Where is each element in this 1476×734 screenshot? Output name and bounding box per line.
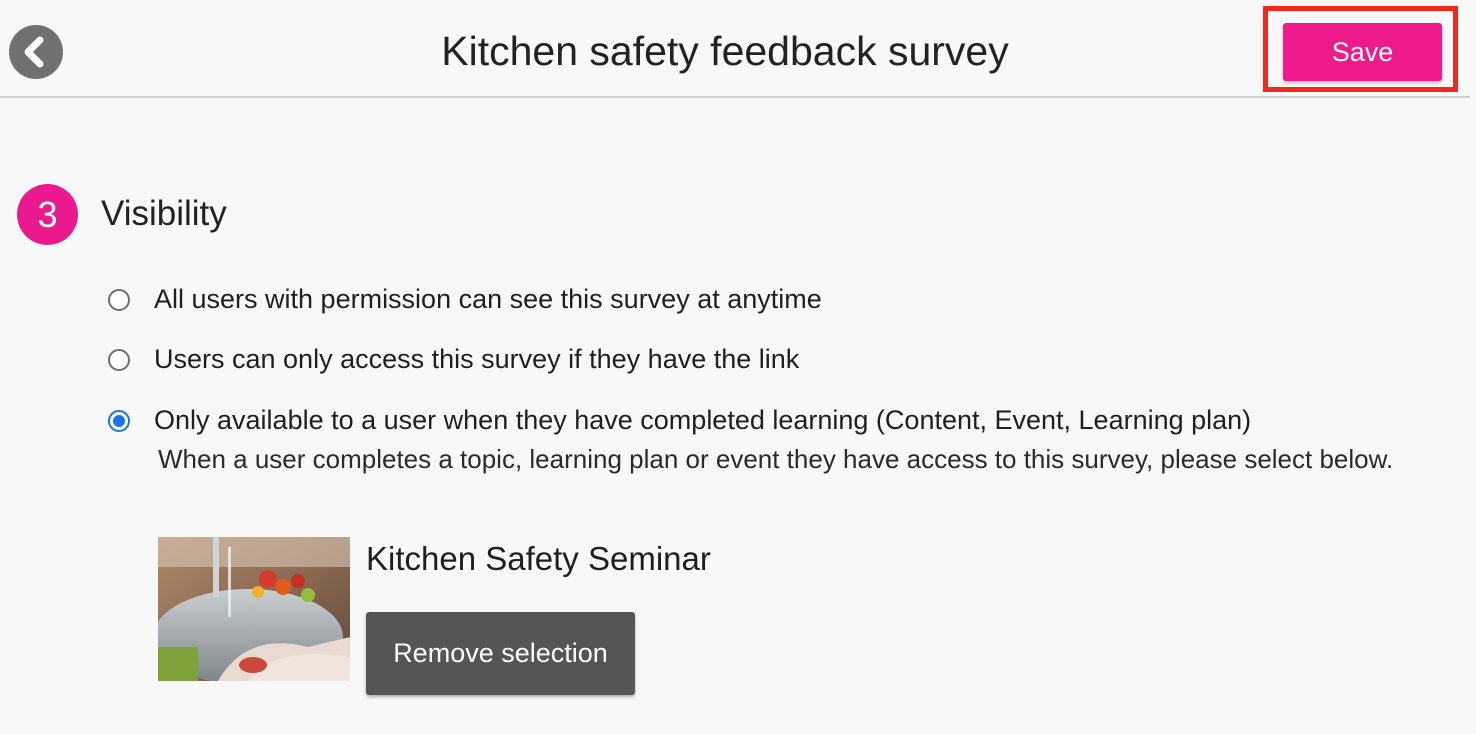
radio-label: All users with permission can see this s… <box>154 284 822 314</box>
step-number-badge: 3 <box>17 184 78 245</box>
radio-label: Users can only access this survey if the… <box>154 344 800 374</box>
radio-button[interactable] <box>108 288 130 311</box>
page-title: Kitchen safety feedback survey <box>441 28 1009 74</box>
radio-option-link-only[interactable]: Users can only access this survey if the… <box>108 344 799 375</box>
seminar-thumbnail-image <box>158 537 350 681</box>
section-title: Visibility <box>101 194 227 233</box>
radio-button-selected[interactable] <box>108 409 130 432</box>
remove-selection-button[interactable]: Remove selection <box>366 612 635 695</box>
radio-option-completed-learning[interactable]: Only available to a user when they have … <box>108 405 1251 436</box>
radio-option-all-users[interactable]: All users with permission can see this s… <box>108 284 822 315</box>
radio-button[interactable] <box>108 348 130 371</box>
option-description: When a user completes a topic, learning … <box>158 444 1394 474</box>
save-button[interactable]: Save <box>1283 23 1442 81</box>
selected-item-title: Kitchen Safety Seminar <box>366 540 711 577</box>
radio-label: Only available to a user when they have … <box>154 405 1252 435</box>
header-bar: Kitchen safety feedback survey <box>0 0 1470 98</box>
